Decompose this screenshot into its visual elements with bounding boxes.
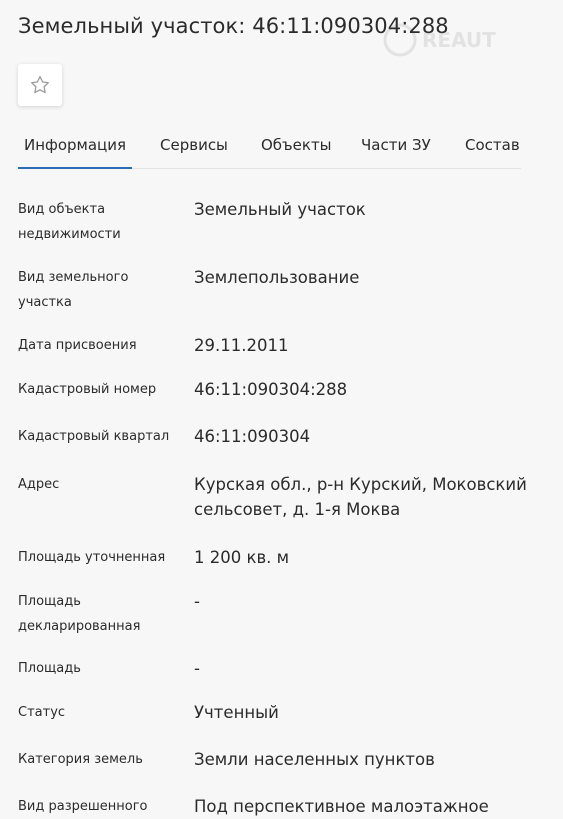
star-outline-icon bbox=[31, 75, 49, 94]
detail-value: Землепользование bbox=[194, 268, 360, 287]
detail-label: Вид земельного участка bbox=[18, 270, 129, 310]
detail-label: Кадастровый номер bbox=[18, 382, 157, 397]
favorite-button[interactable] bbox=[18, 64, 62, 106]
detail-value: - bbox=[194, 592, 200, 611]
detail-value: Курская обл., р-н Курский, Моковский сел… bbox=[194, 475, 527, 519]
detail-value: - bbox=[194, 659, 200, 678]
detail-label: Вид разрешенного bbox=[18, 799, 148, 814]
detail-label: Площадь декларированная bbox=[18, 594, 141, 634]
detail-value: 46:11:090304 bbox=[194, 427, 311, 446]
detail-label: Статус bbox=[18, 705, 66, 720]
detail-value: 29.11.2011 bbox=[194, 336, 289, 355]
detail-label: Категория земель bbox=[18, 752, 143, 767]
detail-value: 1 200 кв. м bbox=[194, 548, 290, 567]
detail-label: Вид объекта недвижимости bbox=[18, 202, 121, 242]
tab-information[interactable]: Информация bbox=[18, 130, 132, 169]
detail-value: Учтенный bbox=[194, 703, 279, 722]
watermark-logo: REAUT bbox=[383, 23, 496, 57]
detail-value: Земельный участок bbox=[194, 200, 366, 219]
watermark-text: REAUT bbox=[422, 28, 496, 52]
detail-value: Земли населенных пунктов bbox=[194, 750, 435, 769]
detail-label: Площадь bbox=[18, 661, 81, 676]
tab-bar: Информация Сервисы Объекты Части ЗУ Сост… bbox=[18, 130, 521, 169]
detail-value: Под перспективное малоэтажное bbox=[194, 797, 489, 816]
tab-parcel-parts[interactable]: Части ЗУ bbox=[361, 130, 431, 168]
detail-label: Дата присвоения bbox=[18, 338, 137, 353]
detail-label: Площадь уточненная bbox=[18, 550, 166, 565]
tab-services[interactable]: Сервисы bbox=[160, 130, 228, 168]
detail-label: Адрес bbox=[18, 477, 60, 492]
detail-value: 46:11:090304:288 bbox=[194, 380, 348, 399]
detail-label: Кадастровый квартал bbox=[18, 429, 170, 444]
tab-objects[interactable]: Объекты bbox=[261, 130, 332, 168]
tab-composition[interactable]: Состав bbox=[465, 130, 520, 168]
